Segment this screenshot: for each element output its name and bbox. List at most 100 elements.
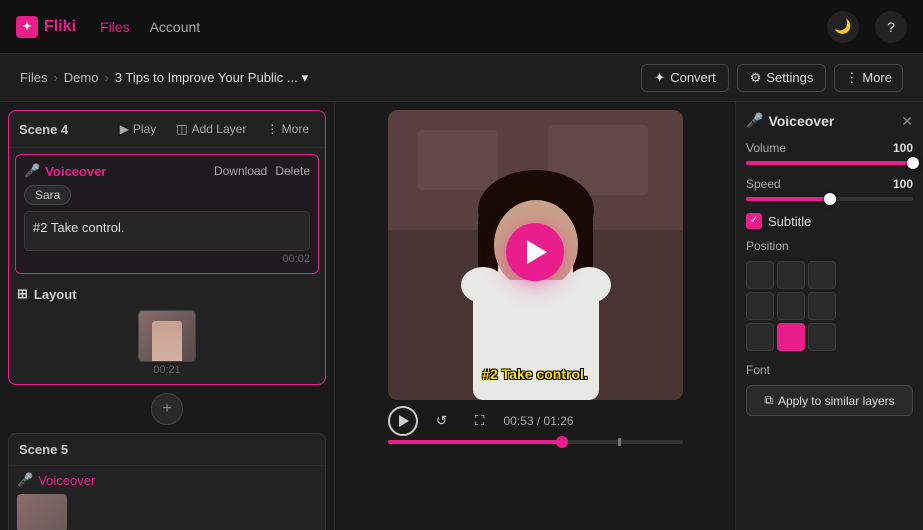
plus-icon: + [162,400,171,418]
main-layout: Scene 4 ▶ Play ◫ Add Layer ⋮ More [0,102,923,530]
volume-value: 100 [893,141,913,155]
logo-icon: ✦ [16,16,38,38]
add-scene-button[interactable]: + [151,393,183,425]
video-container: #2 Take control. [388,110,683,400]
layout-thumb-inner [139,311,195,361]
voiceover-duration: 00:02 [24,253,310,265]
voiceover-panel-header: 🎤 Voiceover ✕ [746,112,913,129]
grid-icon: ⊞ [17,286,28,302]
left-panel: Scene 4 ▶ Play ◫ Add Layer ⋮ More [0,102,335,530]
scene-4-play-button[interactable]: ▶ Play [114,119,163,139]
scene-5-card: Scene 5 🎤 Voiceover [8,433,326,530]
subtitle-label: Subtitle [768,214,811,229]
scene-4-more-button[interactable]: ⋮ More [260,119,315,139]
layout-thumbnail[interactable] [138,310,196,362]
voiceover-actions: Download Delete [214,164,310,178]
progress-thumb[interactable] [556,436,568,448]
scene-4-layout-section: ⊞ Layout 00:21 [9,280,325,384]
voiceover-header: 🎤 Voiceover Download Delete [24,163,310,179]
subtitle-row: ✓ Subtitle [746,213,913,229]
breadcrumb-sep-1: › [53,70,57,85]
progress-marker [618,438,621,446]
subtitle-checkbox[interactable]: ✓ [746,213,762,229]
apply-similar-layers-button[interactable]: ⧉ Apply to similar layers [746,385,913,416]
volume-slider-fill [746,161,913,165]
speed-value: 100 [893,177,913,191]
pos-cell-bc[interactable] [777,323,805,351]
pos-cell-br[interactable] [808,323,836,351]
pos-cell-ml[interactable] [746,292,774,320]
nav-right-actions: 🌙 ? [827,11,907,43]
center-panel: #2 Take control. ↺ ⛶ 00:53 / 01:26 [335,102,735,530]
play-pause-button[interactable] [388,406,418,436]
logo-text: Fliki [44,18,76,36]
loop-button[interactable]: ↺ [428,407,456,435]
pos-cell-mr[interactable] [808,292,836,320]
scene-more-icon: ⋮ [266,122,278,136]
speed-slider-thumb[interactable] [824,193,836,205]
close-panel-button[interactable]: ✕ [901,114,913,128]
layout-time: 00:21 [153,364,181,376]
copy-icon: ⧉ [764,393,773,408]
scene-4-title: Scene 4 [19,122,106,137]
mic-icon: 🎤 [24,163,40,179]
scene-4-add-layer-button[interactable]: ◫ Add Layer [170,119,252,139]
volume-slider-thumb[interactable] [907,157,919,169]
pos-cell-tl[interactable] [746,261,774,289]
scene-5-title: Scene 5 [19,442,315,457]
convert-icon: ✦ [654,70,665,86]
pos-cell-bl[interactable] [746,323,774,351]
volume-label: Volume [746,141,786,155]
scene-5-voiceover: 🎤 Voiceover [17,472,317,488]
font-label: Font [746,363,913,377]
breadcrumb-dropdown-icon: ▾ [302,70,309,86]
progress-fill [388,440,562,444]
scene-5-header: Scene 5 [9,434,325,466]
progress-container[interactable] [388,440,683,444]
speed-row: Speed 100 [746,177,913,191]
voiceover-text[interactable]: #2 Take control. [24,211,310,251]
time-display: 00:53 / 01:26 [504,414,574,428]
nav-files[interactable]: Files [100,15,130,39]
pos-cell-tc[interactable] [777,261,805,289]
convert-button[interactable]: ✦ Convert [641,64,728,92]
position-grid [746,261,913,351]
breadcrumb-bar: Files › Demo › 3 Tips to Improve Your Pu… [0,54,923,102]
progress-track[interactable] [388,440,683,444]
more-dots-icon: ⋮ [845,70,858,86]
nav-account[interactable]: Account [150,15,201,39]
settings-button[interactable]: ⚙ Settings [737,64,827,92]
logo[interactable]: ✦ Fliki [16,16,76,38]
more-button[interactable]: ⋮ More [834,64,903,92]
layout-figure [152,321,182,361]
play-triangle-icon [527,240,547,264]
pos-cell-tr[interactable] [808,261,836,289]
voiceover-panel-title: 🎤 Voiceover [746,112,834,129]
layout-title: ⊞ Layout [17,286,317,302]
play-button-large[interactable] [506,223,564,281]
fullscreen-button[interactable]: ⛶ [466,407,494,435]
scene-4-header: Scene 4 ▶ Play ◫ Add Layer ⋮ More [9,111,325,148]
right-panel: 🎤 Voiceover ✕ Volume 100 Speed 100 ✓ [735,102,923,530]
voice-tag[interactable]: Sara [24,185,71,205]
breadcrumb-actions: ✦ Convert ⚙ Settings ⋮ More [641,64,903,92]
volume-slider[interactable] [746,161,913,165]
video-controls: ↺ ⛶ 00:53 / 01:26 [388,406,683,436]
voiceover-delete-button[interactable]: Delete [275,164,310,178]
loop-icon: ↺ [436,413,447,429]
speed-slider[interactable] [746,197,913,201]
mic-icon-5: 🎤 [17,472,33,488]
voiceover-download-button[interactable]: Download [214,164,267,178]
breadcrumb-demo[interactable]: Demo [64,70,99,85]
subtitle-overlay: #2 Take control. [476,364,594,384]
pos-cell-mc[interactable] [777,292,805,320]
check-icon: ✓ [750,216,758,226]
layout-preview: 00:21 [17,310,317,376]
breadcrumb-files[interactable]: Files [20,70,47,85]
speed-label: Speed [746,177,781,191]
moon-icon-button[interactable]: 🌙 [827,11,859,43]
volume-row: Volume 100 [746,141,913,155]
help-icon-button[interactable]: ? [875,11,907,43]
breadcrumb-current[interactable]: 3 Tips to Improve Your Public ... ▾ [115,70,308,86]
top-navigation: ✦ Fliki Files Account 🌙 ? [0,0,923,54]
